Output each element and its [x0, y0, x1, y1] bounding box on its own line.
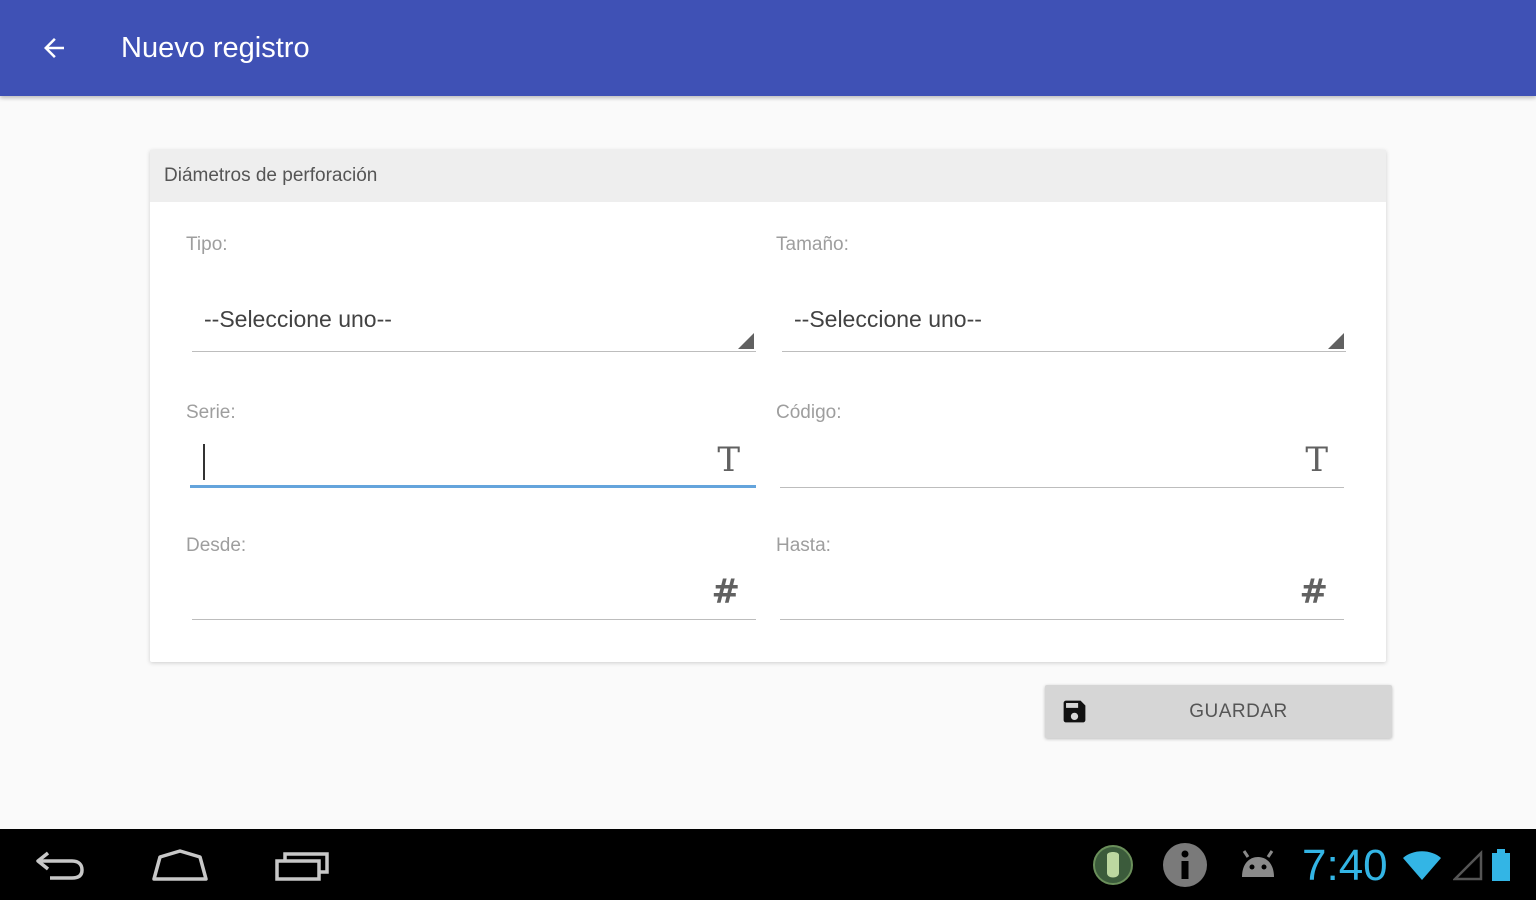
number-type-icon: #	[1299, 572, 1329, 612]
hasta-label: Hasta:	[776, 535, 831, 556]
tipo-select[interactable]: --Seleccione uno--	[192, 288, 756, 352]
tamano-select-value: --Seleccione uno--	[794, 306, 982, 332]
card-header-title: Diámetros de perforación	[164, 165, 378, 186]
serie-label: Serie:	[186, 402, 236, 423]
recent-apps-icon	[275, 852, 329, 881]
android-debug-icon	[1236, 841, 1280, 889]
desde-label: Desde:	[186, 535, 247, 556]
text-type-icon: T	[1305, 440, 1328, 480]
tamano-select[interactable]: --Seleccione uno--	[782, 288, 1346, 352]
back-button[interactable]	[28, 24, 80, 72]
home-icon	[152, 849, 208, 881]
text-caret	[203, 444, 205, 480]
text-type-icon: T	[717, 440, 740, 480]
codigo-input[interactable]: T	[780, 436, 1344, 488]
save-button[interactable]: GUARDAR	[1045, 685, 1392, 738]
wifi-icon	[1400, 841, 1444, 889]
app-bar: Nuevo registro	[0, 0, 1536, 96]
dropdown-arrow-icon	[1328, 333, 1344, 349]
dropdown-arrow-icon	[738, 333, 754, 349]
status-clock: 7:40	[1302, 841, 1388, 890]
form-card: Diámetros de perforación Tipo: --Selecci…	[150, 150, 1386, 662]
info-icon	[1160, 841, 1210, 889]
codigo-label: Código:	[776, 402, 842, 423]
system-nav-bar: 7:40	[0, 829, 1536, 900]
tamano-label: Tamaño:	[776, 234, 849, 255]
arrow-back-icon	[44, 38, 64, 58]
number-type-icon: #	[711, 572, 741, 612]
hasta-input[interactable]: #	[780, 568, 1344, 620]
card-header: Diámetros de perforación	[150, 150, 1386, 202]
notification-app-icon	[1090, 841, 1136, 889]
save-button-label: GUARDAR	[1189, 701, 1288, 722]
serie-input[interactable]: T	[190, 436, 756, 488]
battery-icon	[1488, 841, 1514, 889]
nav-home-button[interactable]	[144, 841, 216, 889]
nav-recents-button[interactable]	[266, 841, 338, 889]
nav-back-button[interactable]	[24, 841, 96, 889]
back-icon	[36, 851, 84, 880]
desde-input[interactable]: #	[192, 568, 756, 620]
tipo-select-value: --Seleccione uno--	[204, 306, 392, 332]
cell-signal-icon	[1450, 841, 1486, 889]
tipo-label: Tipo:	[186, 234, 228, 255]
page-title: Nuevo registro	[121, 32, 310, 64]
